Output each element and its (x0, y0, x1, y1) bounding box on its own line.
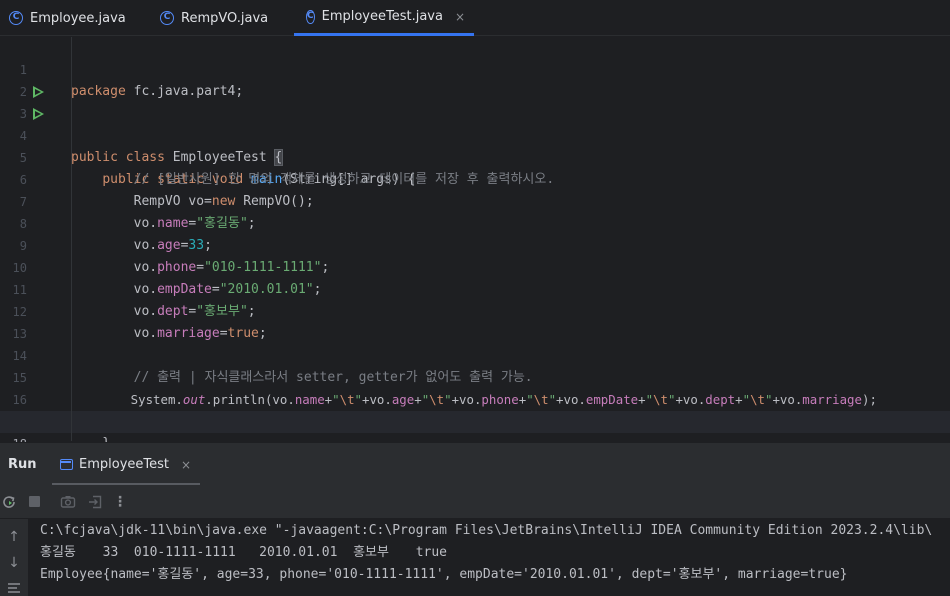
more-icon[interactable]: ⋮ (111, 493, 129, 511)
exit-icon[interactable] (86, 493, 104, 511)
code-line-current: 18 } (0, 411, 950, 474)
code-line: 16 System.out.println(vo.toString()); (0, 367, 950, 429)
tab-label: Employee.java (30, 10, 126, 26)
run-console-output[interactable]: C:\fcjava\jdk-11\bin\java.exe "-javaagen… (28, 519, 950, 596)
run-tab-employeetest[interactable]: EmployeeTest × (60, 443, 191, 486)
code-line: 8 vo.age=33; (0, 191, 950, 253)
code-line: 1 package fc.java.part4; (0, 37, 950, 99)
close-icon[interactable]: × (455, 10, 465, 24)
code-editor[interactable]: 1 package fc.java.part4; 2 3 public clas… (0, 37, 950, 474)
scroll-up-icon[interactable]: ↑ (5, 529, 23, 545)
soft-wrap-icon[interactable] (5, 581, 23, 596)
stop-icon[interactable] (29, 496, 40, 507)
scroll-down-icon[interactable]: ↓ (5, 555, 23, 571)
code-line: 7 vo.name="홍길동"; (0, 169, 950, 231)
application-window-icon (60, 459, 73, 470)
code-line: 13 (0, 301, 950, 341)
tab-rempvo-java[interactable]: C RempVO.java (160, 0, 268, 36)
rerun-icon[interactable] (0, 493, 18, 511)
tab-label: EmployeeTest.java (321, 9, 443, 24)
java-class-icon: C (9, 11, 23, 25)
indent-guide (71, 37, 72, 441)
camera-icon[interactable] (59, 493, 77, 511)
code-line: 12 vo.marriage=true; (0, 279, 950, 341)
code-line: 15 System.out.println(vo.name+"\t"+vo.ag… (0, 345, 950, 407)
run-tab-label: EmployeeTest (79, 457, 169, 472)
run-gutter-icon[interactable] (33, 108, 44, 120)
console-side-toolbar: ↑ ↓ (0, 519, 28, 596)
console-line: 홍길동 33 010-1111-1111 2010.01.01 홍보부 true (40, 545, 447, 560)
console-line: Employee{name='홍길동', age=33, phone='010-… (40, 567, 848, 582)
code-line: 11 vo.dept="홍보부"; (0, 257, 950, 319)
code-line: 10 vo.empDate="2010.01.01"; (0, 235, 950, 297)
tab-label: RempVO.java (181, 10, 269, 26)
code-line: 14 // 출력 | 자식클래스라서 setter, getter가 없어도 출… (0, 323, 950, 385)
tab-employeetest-java[interactable]: C EmployeeTest.java × (294, 0, 474, 36)
code-line: 17 } (0, 389, 950, 451)
console-line: C:\fcjava\jdk-11\bin\java.exe "-javaagen… (40, 523, 933, 538)
code-line: 4 public static void main(String[] args)… (0, 103, 950, 187)
code-line: 5 // [일반사원] 한 명의 객체를 생성하고 데이터를 저장 후 출력하시… (0, 125, 950, 187)
java-class-icon: C (306, 9, 315, 24)
run-tool-window-header: Run EmployeeTest × (0, 442, 950, 486)
code-line: 6 RempVO vo=new RempVO(); (0, 147, 950, 209)
run-gutter-icon[interactable] (33, 86, 44, 98)
run-panel-title: Run (8, 457, 37, 472)
editor-tab-bar: C Employee.java C RempVO.java C Employee… (0, 0, 950, 36)
java-class-icon: C (160, 11, 174, 25)
code-line: 9 vo.phone="010-1111-1111"; (0, 213, 950, 275)
code-line: 3 public class EmployeeTest { (0, 81, 950, 166)
run-toolbar: ⋮ (0, 485, 950, 519)
code-line: 2 (0, 59, 950, 99)
tab-employee-java[interactable]: C Employee.java (9, 0, 126, 36)
close-icon[interactable]: × (181, 458, 191, 472)
